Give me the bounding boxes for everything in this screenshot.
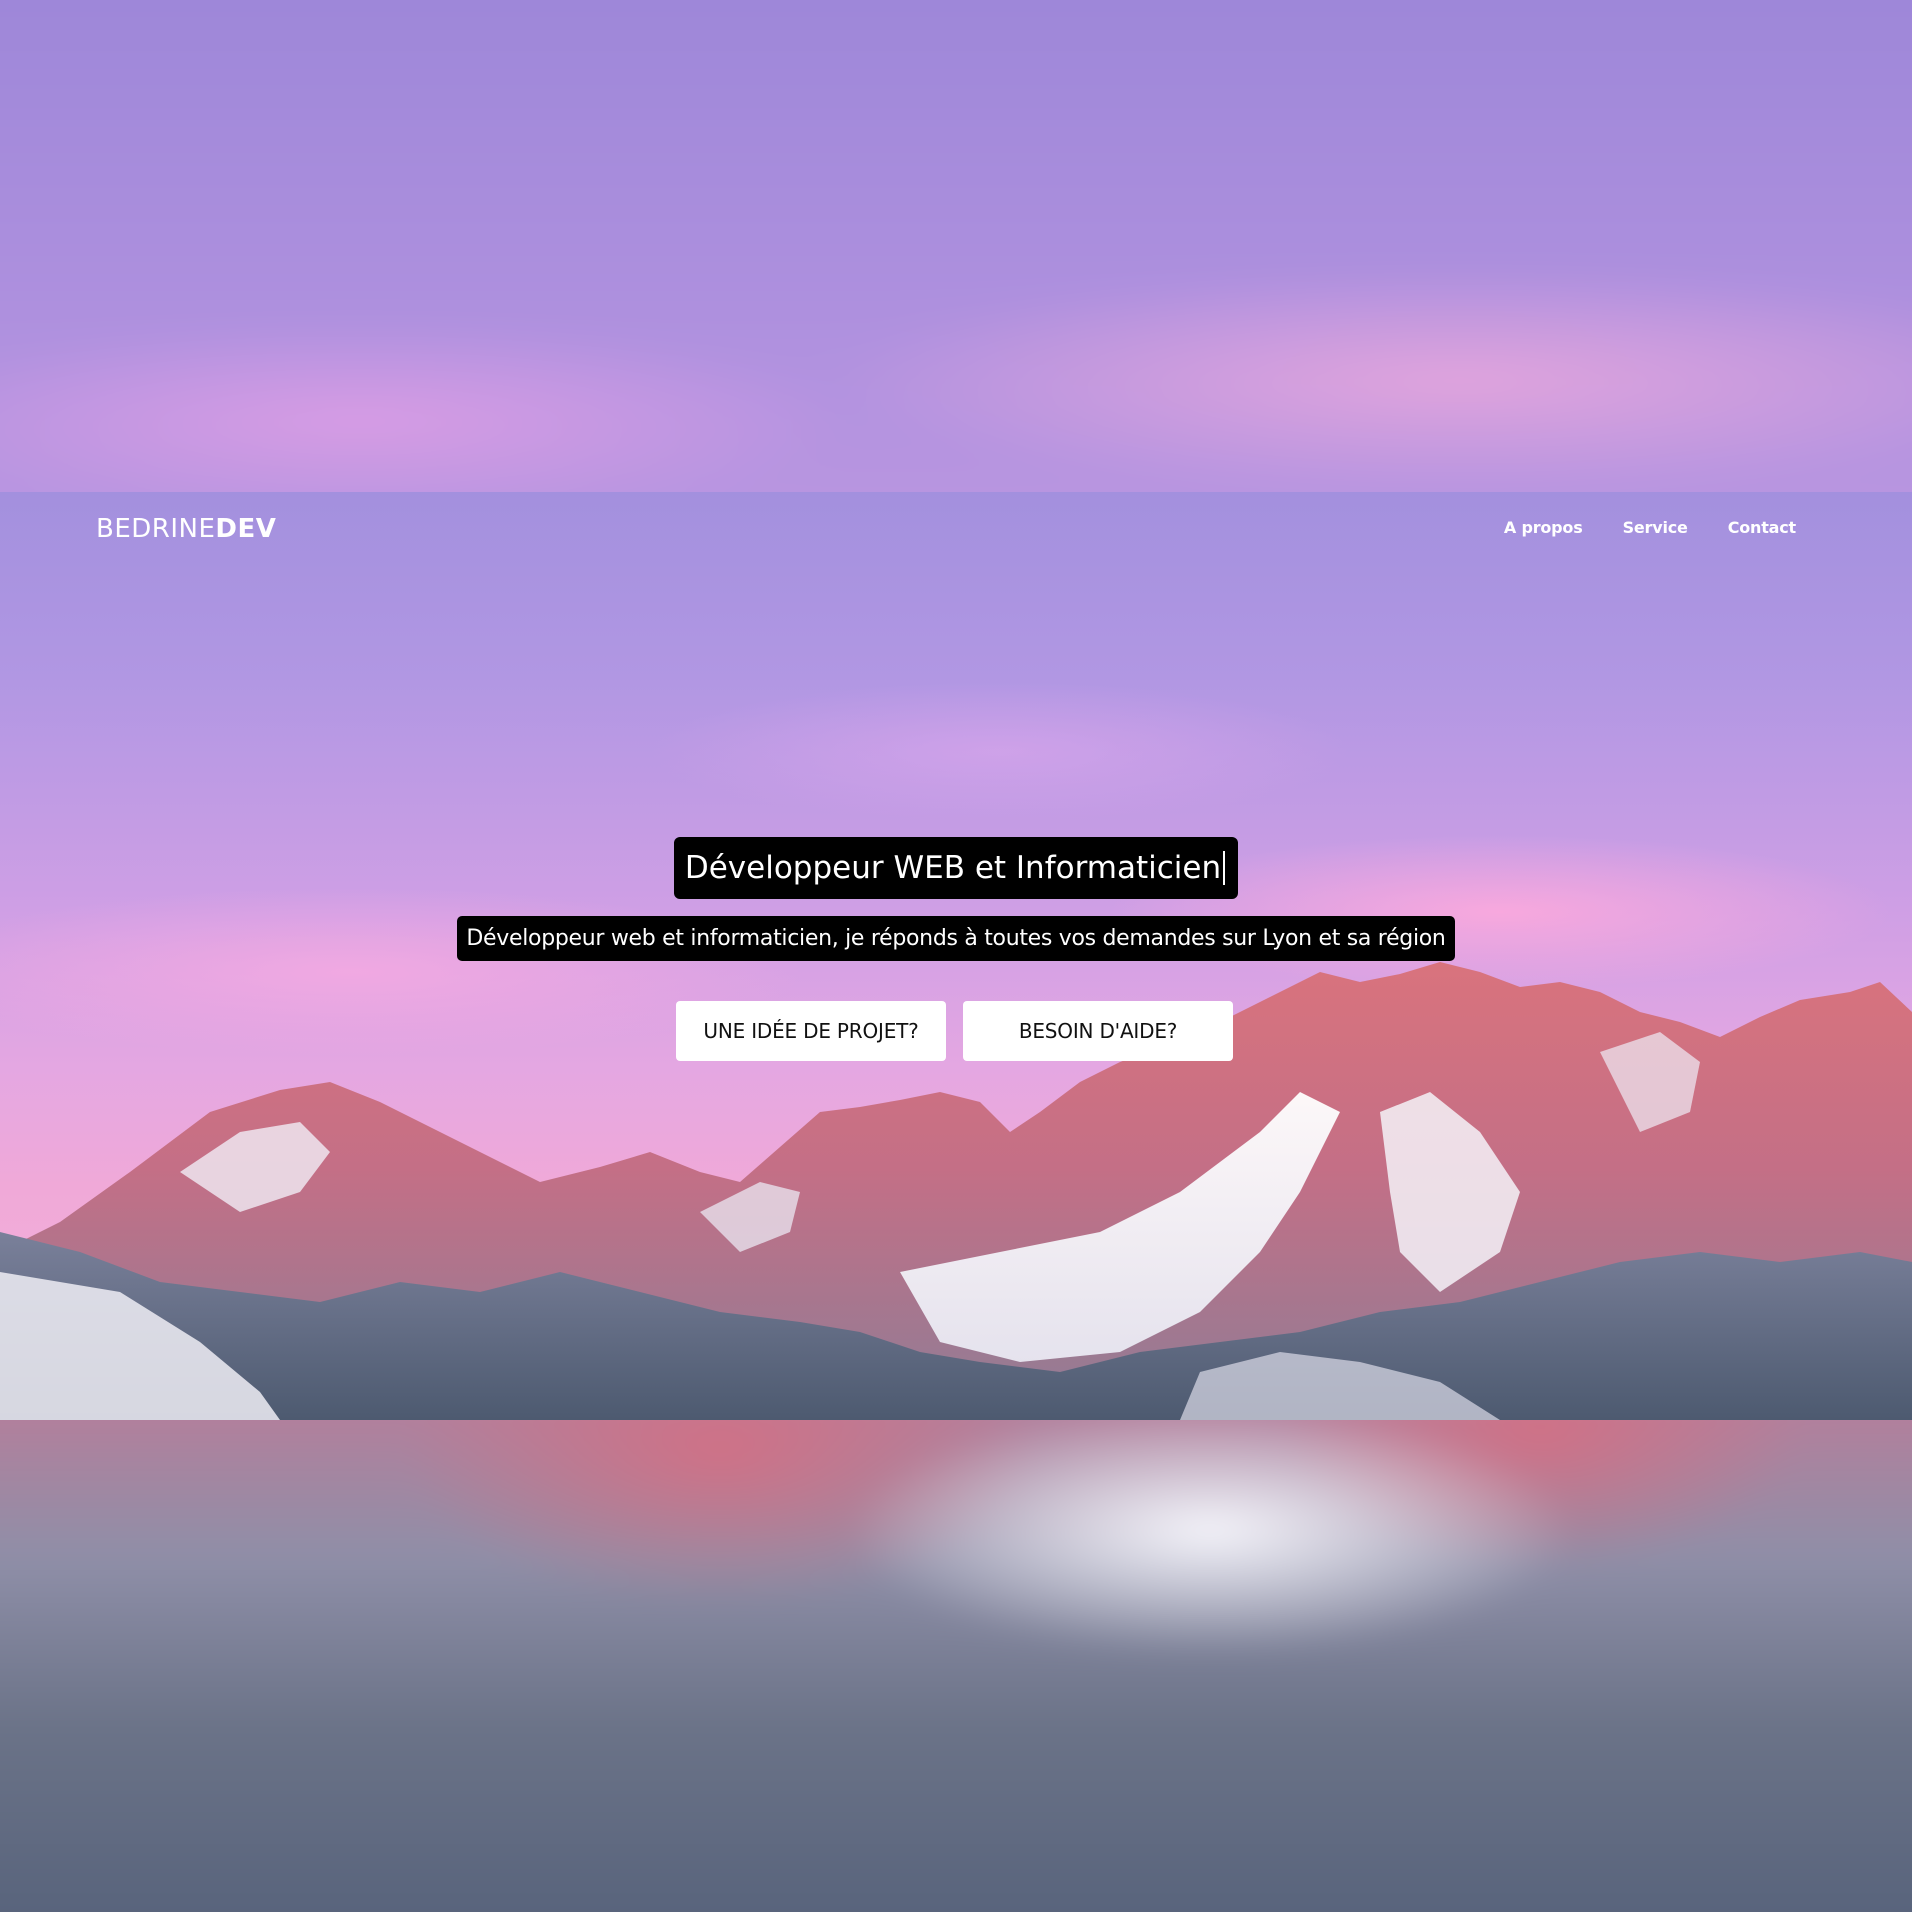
headline-container: Développeur WEB et Informaticien: [0, 837, 1912, 899]
page: BEDRINEDEV A propos Service Contact Déve…: [0, 0, 1912, 1912]
project-idea-button[interactable]: UNE IDÉE DE PROJET?: [676, 1001, 946, 1061]
need-help-button[interactable]: BESOIN D'AIDE?: [963, 1001, 1233, 1061]
typing-cursor: [1223, 851, 1226, 885]
nav-link-a-propos[interactable]: A propos: [1504, 518, 1583, 537]
cta-buttons: UNE IDÉE DE PROJET? BESOIN D'AIDE?: [676, 1001, 1233, 1061]
nav-links: A propos Service Contact: [1504, 518, 1796, 537]
blurred-mountains: [0, 1390, 1912, 1912]
navbar: BEDRINEDEV A propos Service Contact: [0, 492, 1912, 566]
site-logo[interactable]: BEDRINEDEV: [96, 514, 276, 544]
logo-text-bold: DEV: [215, 514, 277, 544]
headline-text: Développeur WEB et Informaticien: [684, 850, 1222, 886]
hero-headline: Développeur WEB et Informaticien: [673, 837, 1239, 899]
hero-section: BEDRINEDEV A propos Service Contact Déve…: [0, 492, 1912, 1420]
nav-link-contact[interactable]: Contact: [1728, 518, 1797, 537]
logo-text-light: BEDRINE: [96, 514, 216, 544]
subline-container: Développeur web et informaticien, je rép…: [0, 916, 1912, 961]
nav-link-service[interactable]: Service: [1623, 518, 1688, 537]
hero-subtitle: Développeur web et informaticien, je rép…: [457, 916, 1455, 961]
